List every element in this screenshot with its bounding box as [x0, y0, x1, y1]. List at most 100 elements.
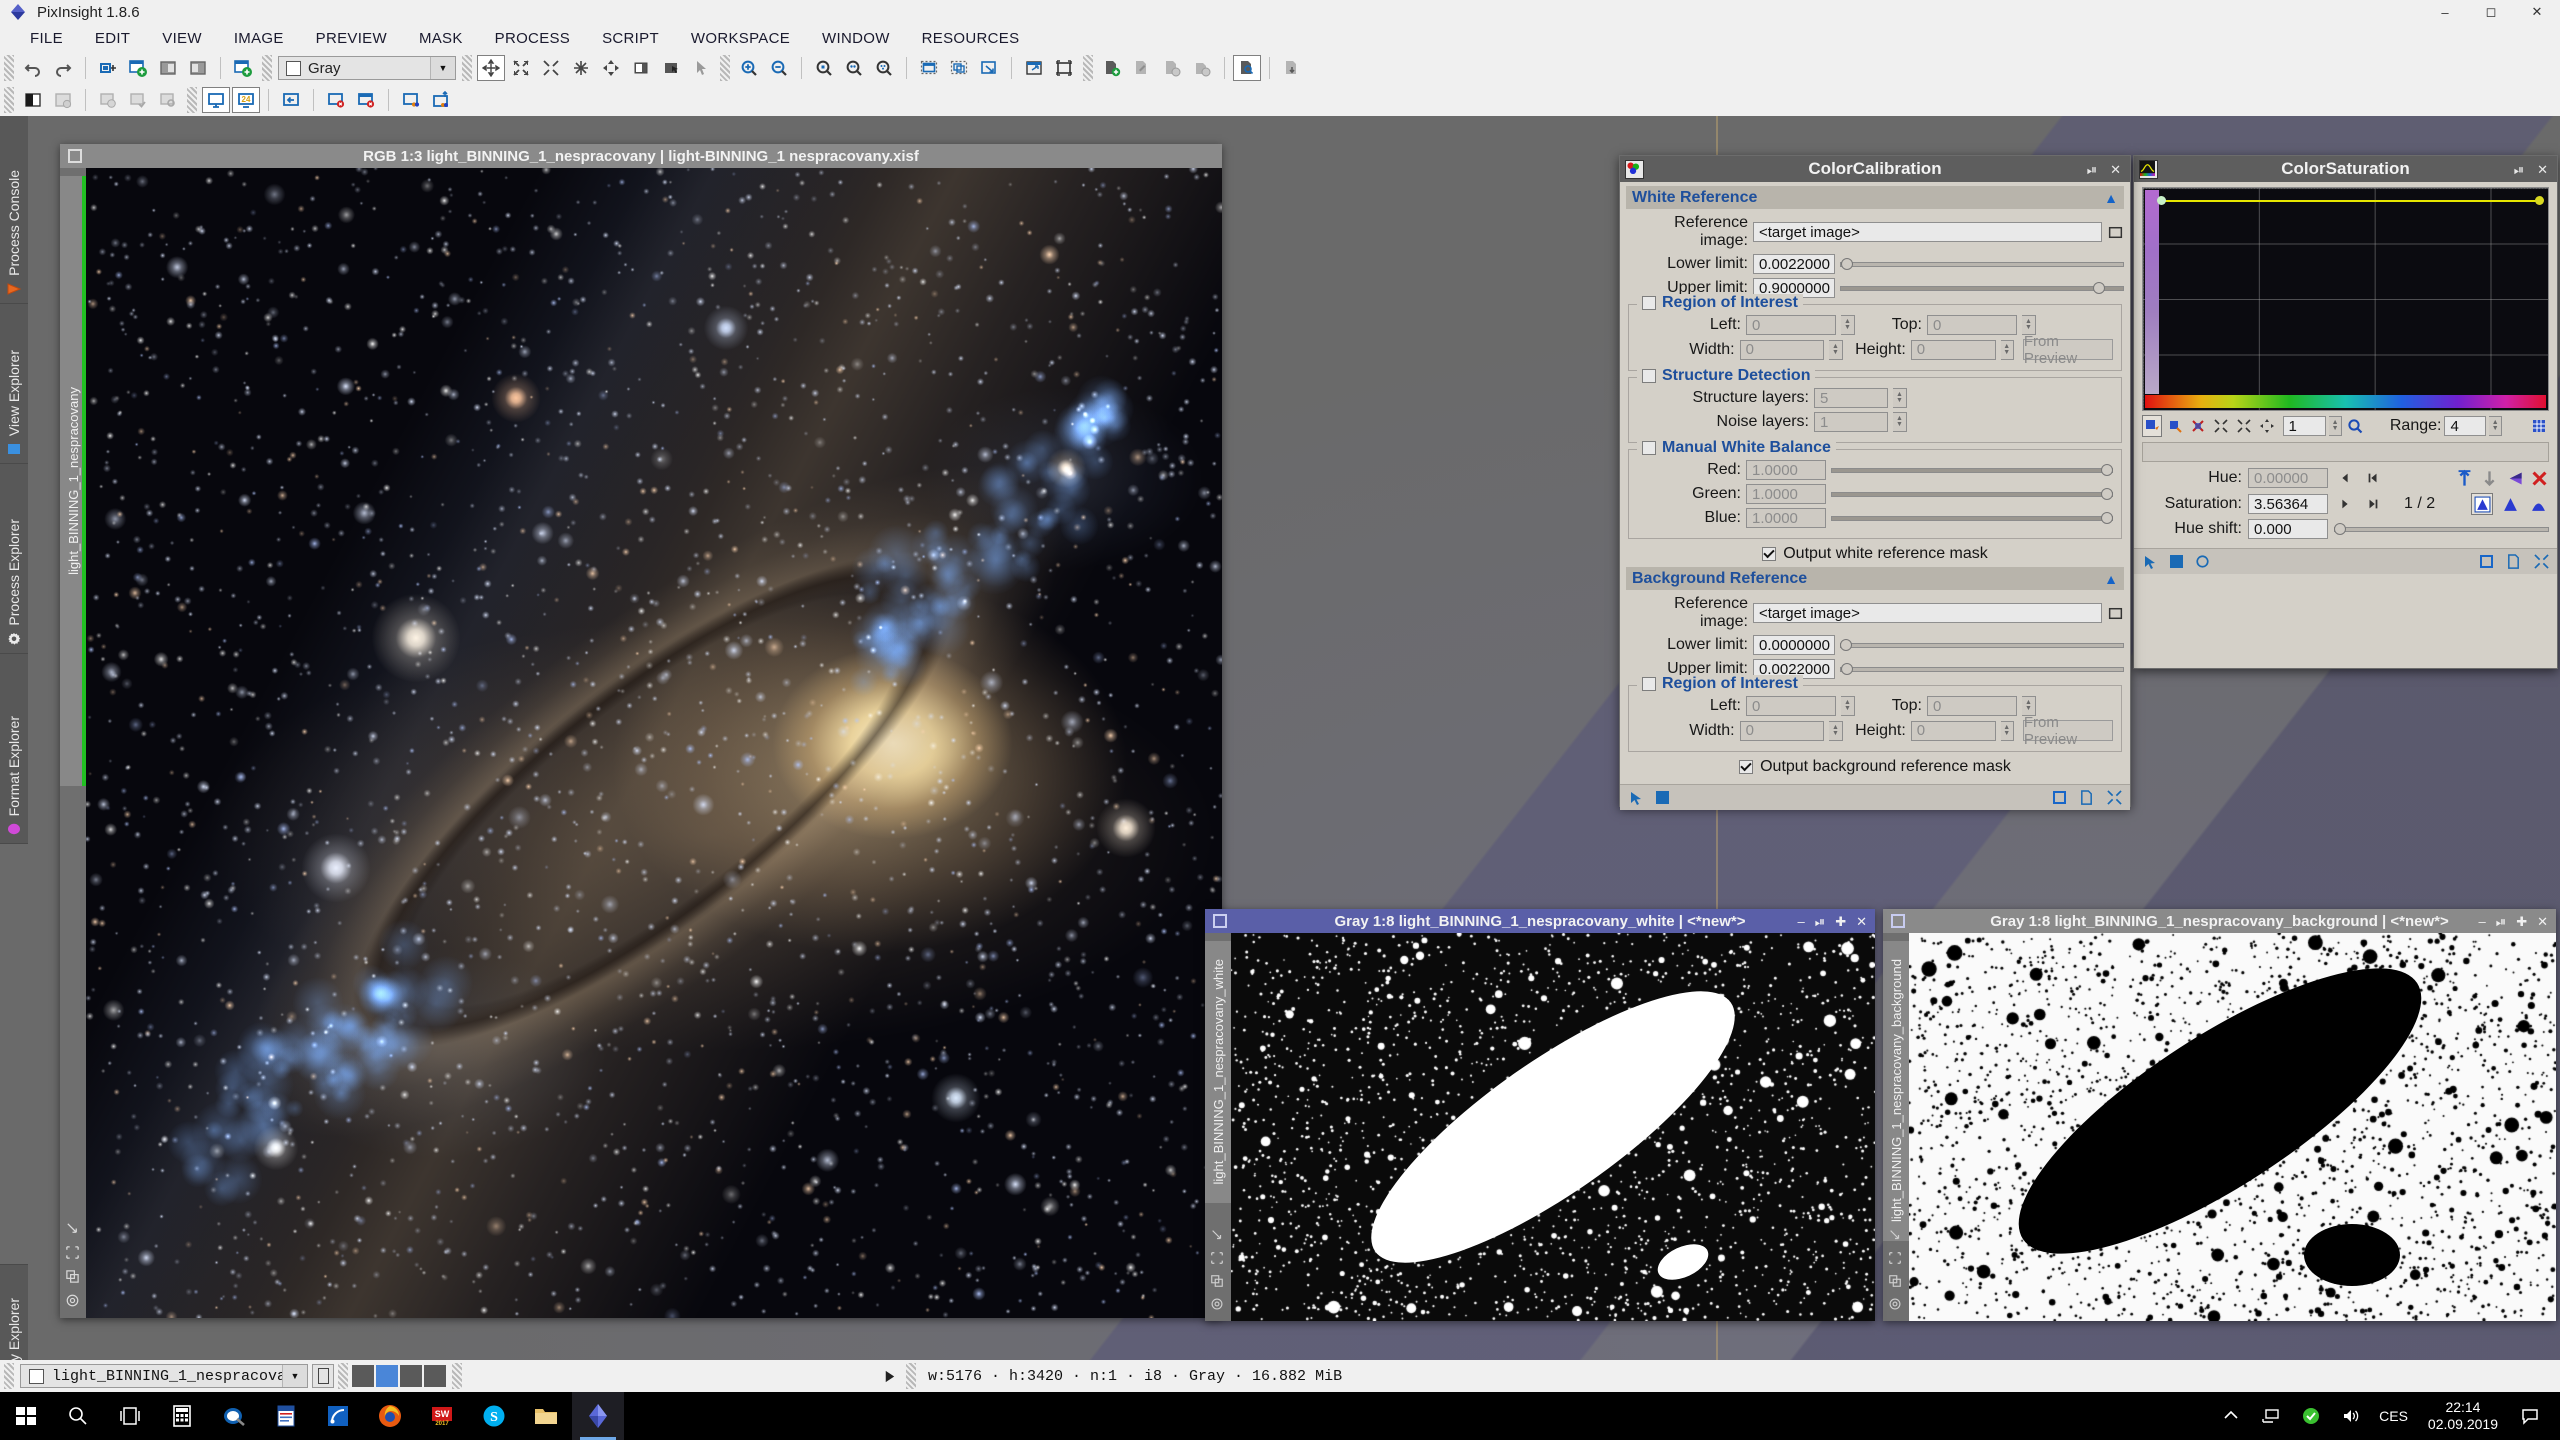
security-icon[interactable]	[2291, 1392, 2331, 1440]
view-selector-combo[interactable]: light_BINNING_1_nespracovany_wh ▼	[20, 1364, 308, 1388]
minimize-icon[interactable]: –	[1798, 915, 1805, 928]
chevron-down-icon[interactable]: ▼	[282, 1365, 307, 1387]
white-roi-from-preview-button[interactable]: From Preview	[2022, 333, 2113, 367]
move-icon[interactable]	[597, 55, 625, 81]
pixinsight-icon[interactable]	[572, 1392, 624, 1440]
bg-roi-left-spinner[interactable]: ▲ ▼	[1841, 696, 1855, 716]
close-icon[interactable]: ✕	[1856, 915, 1867, 928]
redo-icon[interactable]	[49, 55, 77, 81]
roll-up-icon[interactable]: ⏯	[2514, 163, 2524, 176]
range-spinner[interactable]: ▲ ▼	[2489, 416, 2503, 436]
network-icon[interactable]	[2251, 1392, 2291, 1440]
bg-roi-from-preview-button[interactable]: From Preview	[2022, 714, 2113, 748]
sw2017-icon[interactable]: SW 2017	[416, 1392, 468, 1440]
target-icon[interactable]	[65, 1293, 80, 1308]
menu-file[interactable]: FILE	[14, 26, 79, 51]
menu-view[interactable]: VIEW	[146, 26, 218, 51]
select-point-icon[interactable]	[2165, 415, 2185, 437]
readout-icon[interactable]	[627, 55, 655, 81]
chevron-down-icon[interactable]: ▼	[430, 57, 455, 79]
bg-upper-limit-slider[interactable]	[1840, 659, 2124, 679]
saturation-field[interactable]: 3.56364	[2248, 494, 2328, 514]
undo-icon[interactable]	[19, 55, 47, 81]
new-image-icon[interactable]	[94, 55, 122, 81]
reset-icon[interactable]	[2053, 791, 2066, 804]
hue-field[interactable]: 0.00000	[2248, 468, 2328, 488]
fit-window-icon[interactable]	[65, 1245, 80, 1260]
copy-image-icon[interactable]	[184, 55, 212, 81]
reset-curve-icon[interactable]	[2530, 469, 2549, 488]
image-window-main-titlebar[interactable]: RGB 1:3 light_BINNING_1_nespracovany | l…	[60, 144, 1222, 168]
white-roi-checkbox[interactable]	[1642, 296, 1656, 310]
resize-arrow-icon[interactable]	[65, 1221, 80, 1236]
screen-left-icon[interactable]	[277, 87, 305, 113]
white-roi-width-spinner[interactable]: ▲ ▼	[1829, 339, 1843, 360]
workspace-3-button[interactable]	[400, 1365, 422, 1387]
range-field[interactable]: 4	[2444, 416, 2487, 436]
pan-mode-icon[interactable]	[477, 55, 505, 81]
image-canvas-main[interactable]	[86, 168, 1222, 1318]
task-view-icon[interactable]	[104, 1392, 156, 1440]
menu-edit[interactable]: EDIT	[79, 26, 146, 51]
window-fit-icon[interactable]	[1050, 55, 1078, 81]
zoom-snowflake-icon[interactable]	[567, 55, 595, 81]
white-roi-height-field[interactable]: 0	[1910, 339, 1996, 360]
white-roi-height-spinner[interactable]: ▲ ▼	[2000, 339, 2014, 360]
close-button[interactable]: ✕	[2514, 0, 2560, 24]
manual-white-balance-checkbox[interactable]	[1642, 441, 1656, 455]
screen-close2-icon[interactable]	[352, 87, 380, 113]
fit-window-icon[interactable]	[1210, 1251, 1224, 1265]
restore-icon[interactable]: ⏯	[1815, 915, 1825, 928]
white-roi-left-field[interactable]: 0	[1746, 315, 1836, 335]
output-background-mask-checkbox[interactable]	[1739, 760, 1754, 774]
skype-icon[interactable]: S	[468, 1392, 520, 1440]
clock[interactable]: 22:14 02.09.2019	[2416, 1399, 2510, 1433]
menu-workspace[interactable]: WORKSPACE	[675, 26, 806, 51]
zoom-1-1-icon[interactable]	[810, 55, 838, 81]
reset-icon[interactable]	[2480, 555, 2493, 568]
new-instance-icon[interactable]	[2506, 554, 2521, 569]
menu-process[interactable]: PROCESS	[479, 26, 586, 51]
pointer-icon[interactable]	[687, 55, 715, 81]
view-selector-icon[interactable]	[2107, 605, 2124, 622]
white-roi-top-field[interactable]: 0	[1927, 315, 2017, 335]
preview-new-icon[interactable]	[915, 55, 943, 81]
zoom-fit-window-icon[interactable]	[840, 55, 868, 81]
color-calibration-titlebar[interactable]: ColorCalibration ⏯ ✕	[1620, 156, 2130, 182]
saturation-curve-editor[interactable]	[2142, 187, 2549, 411]
statusbar-grip[interactable]	[4, 1363, 14, 1389]
open-image-icon[interactable]	[124, 55, 152, 81]
menu-window[interactable]: WINDOW	[806, 26, 906, 51]
invert-curve-icon[interactable]	[2505, 469, 2524, 488]
zoom-fit-icon[interactable]	[507, 55, 535, 81]
zoom-in-icon[interactable]	[735, 55, 763, 81]
background-reference-section-header[interactable]: Background Reference ▲	[1626, 567, 2124, 590]
noise-layers-spinner[interactable]: ▲ ▼	[1893, 412, 1907, 432]
start-icon[interactable]	[0, 1392, 52, 1440]
menu-mask[interactable]: MASK	[403, 26, 479, 51]
edit-point-icon[interactable]	[2142, 415, 2162, 437]
cubic-interpolation-icon[interactable]	[2499, 493, 2521, 515]
structure-detection-checkbox[interactable]	[1642, 369, 1656, 383]
view-tab-white[interactable]: light_BINNING_1_nespracovany_white	[1205, 941, 1231, 1203]
bg-lower-limit-field[interactable]: 0.0000000	[1753, 635, 1835, 655]
screen-color2-icon[interactable]	[427, 87, 455, 113]
image-canvas-white-mask[interactable]	[1231, 933, 1875, 1321]
mwb-red-slider[interactable]	[1831, 460, 2113, 480]
first-point-icon[interactable]	[2362, 467, 2384, 489]
paint-icon[interactable]	[208, 1392, 260, 1440]
mwb-green-field[interactable]: 1.0000	[1746, 484, 1826, 504]
color-saturation-titlebar[interactable]: ColorSaturation ⏯ ✕	[2134, 156, 2557, 182]
curve-point-start[interactable]	[2157, 196, 2166, 205]
collapse-arrow-icon[interactable]: ▲	[2104, 571, 2118, 587]
search-icon[interactable]	[52, 1392, 104, 1440]
bg-roi-height-spinner[interactable]: ▲ ▼	[2000, 720, 2014, 741]
duplicate-view-icon[interactable]	[1210, 1274, 1224, 1288]
hue-shift-field[interactable]: 0.000	[2248, 519, 2328, 539]
image-window-background-titlebar[interactable]: Gray 1:8 light_BINNING_1_nespracovany_ba…	[1883, 909, 2556, 933]
close-icon[interactable]: ✕	[2537, 163, 2548, 176]
notes-icon[interactable]	[260, 1392, 312, 1440]
folder-icon[interactable]	[520, 1392, 572, 1440]
bg-roi-top-field[interactable]: 0	[1927, 696, 2017, 716]
collapse-icon[interactable]	[2107, 790, 2122, 805]
